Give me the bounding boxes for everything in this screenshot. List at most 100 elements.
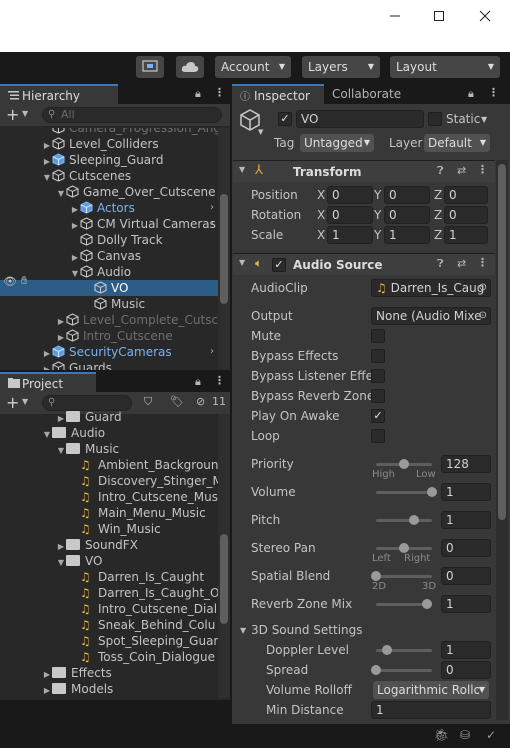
rolloff-dropdown[interactable]: Logarithmic Rollof ▼ [373, 681, 489, 699]
hierarchy-row[interactable]: ▶ Canvas [0, 248, 218, 264]
help-icon[interactable]: ❓︎ [437, 164, 444, 178]
chevron-down-icon[interactable]: ▼ [22, 397, 28, 406]
object-picker-icon[interactable]: ⊙ [479, 308, 487, 324]
audio-source-header[interactable]: ▼ 🔈︎ ✓ Audio Source ❓︎ ⇄ ⋮ [233, 253, 495, 275]
bypass-reverb-checkbox[interactable] [371, 389, 385, 403]
hierarchy-row[interactable]: ▶ Actors › [0, 200, 218, 216]
account-dropdown[interactable]: Account ▼ [215, 56, 291, 78]
stereo-pan-value-field[interactable]: 0 [441, 539, 491, 557]
scrollbar-thumb[interactable] [220, 194, 228, 304]
project-row[interactable]: ▼ Music [0, 441, 218, 457]
kebab-menu-icon[interactable]: ⋮ [477, 163, 488, 176]
search-by-label-icon[interactable]: 🏷︎ [170, 395, 184, 408]
hierarchy-row[interactable]: ▶ Level_Complete_Cutsc [0, 312, 218, 328]
layer-dropdown[interactable]: Default ▼ [424, 134, 490, 152]
project-row[interactable]: ♫ Darren_Is_Caught [0, 569, 218, 585]
spread-slider-knob[interactable] [371, 665, 381, 675]
gameobject-name-field[interactable]: VO [296, 110, 424, 128]
hierarchy-row[interactable]: ▶ Level_Colliders [0, 136, 218, 152]
search-by-type-icon[interactable]: ⛉ [144, 395, 152, 409]
help-icon[interactable]: ❓︎ [437, 257, 444, 271]
project-row[interactable]: ▶Post Processing Profiles [0, 697, 218, 698]
chevron-right-icon[interactable]: › [210, 200, 214, 216]
presets-icon[interactable]: ⇄ [457, 257, 466, 270]
hierarchy-row[interactable]: ▼ Game_Over_Cutscene [0, 184, 218, 200]
project-scrollbar[interactable] [218, 414, 230, 698]
eye-icon[interactable]: 👁︎ [3, 275, 17, 288]
project-row[interactable]: ♫ Sneak_Behind_Colu [0, 617, 218, 633]
inspector-scrollbar[interactable] [496, 160, 508, 720]
rotation-z-field[interactable]: 0 [444, 206, 488, 224]
collapse-arrow-icon[interactable]: ▶ [42, 683, 52, 698]
cache-server-icon[interactable]: ⛁ [460, 728, 470, 742]
pitch-slider-track[interactable] [376, 519, 432, 522]
tab-hierarchy[interactable]: Hierarchy [0, 84, 118, 105]
reverb-mix-slider-knob[interactable] [421, 599, 432, 609]
close-icon[interactable] [462, 0, 508, 32]
project-row[interactable]: ▼ VO [0, 553, 218, 569]
kebab-menu-icon[interactable]: ⋮ [214, 374, 225, 387]
hidden-packages-icon[interactable]: ⊘ [196, 395, 205, 408]
hierarchy-row[interactable]: ▶ Guards [0, 360, 218, 370]
spread-slider-track[interactable] [376, 669, 432, 672]
doppler-value-field[interactable]: 1 [441, 641, 491, 659]
presets-icon[interactable]: ⇄ [457, 164, 466, 177]
gameobject-active-checkbox[interactable]: ✓ [278, 112, 292, 126]
volume-value-field[interactable]: 1 [441, 483, 491, 501]
play-on-awake-checkbox[interactable]: ✓ [371, 409, 385, 423]
volume-slider-knob[interactable] [427, 487, 437, 497]
bypass-effects-checkbox[interactable] [371, 349, 385, 363]
volume-slider-track[interactable] [376, 491, 432, 494]
project-row[interactable]: ▶ Effects [0, 665, 218, 681]
scrollbar-thumb[interactable] [498, 164, 506, 520]
layers-dropdown[interactable]: Layers ▼ [302, 56, 380, 78]
project-row[interactable]: ♫ Darren_Is_Caught_O [0, 585, 218, 601]
maximize-icon[interactable] [416, 0, 462, 32]
hierarchy-row[interactable]: ▼ Cutscenes [0, 168, 218, 184]
scale-x-field[interactable]: 1 [327, 226, 373, 244]
chevron-down-icon[interactable]: ▼ [22, 109, 28, 118]
position-x-field[interactable]: 0 [327, 186, 373, 204]
spread-value-field[interactable]: 0 [441, 661, 491, 679]
chevron-down-icon[interactable]: ▼ [239, 165, 245, 174]
hierarchy-row[interactable]: ▶ SecurityCameras › [0, 344, 218, 360]
chevron-right-icon[interactable]: › [210, 216, 214, 232]
scale-z-field[interactable]: 1 [444, 226, 488, 244]
rotation-y-field[interactable]: 0 [384, 206, 430, 224]
loop-checkbox[interactable] [371, 429, 385, 443]
lock-icon[interactable]: 🔒︎ [195, 87, 201, 101]
reverb-mix-value-field[interactable]: 1 [441, 595, 491, 613]
priority-slider-knob[interactable] [399, 459, 409, 469]
hierarchy-row[interactable]: Dolly Track [0, 232, 218, 248]
chevron-down-icon[interactable]: ▼ [239, 258, 245, 267]
chevron-down-icon[interactable]: ▼ [240, 626, 246, 635]
position-y-field[interactable]: 0 [384, 186, 430, 204]
static-checkbox[interactable] [428, 112, 442, 126]
project-row[interactable]: ♫ Discovery_Stinger_M [0, 473, 218, 489]
sound3d-title[interactable]: 3D Sound Settings [251, 621, 363, 639]
spatial-blend-value-field[interactable]: 0 [441, 567, 491, 585]
project-row[interactable]: ♫ Intro_Cutscene_Dial [0, 601, 218, 617]
hierarchy-row[interactable]: ▶ CM Virtual Cameras › [0, 216, 218, 232]
project-row[interactable]: ▶ SoundFX [0, 537, 218, 553]
hierarchy-row[interactable]: Music [0, 296, 218, 312]
chevron-right-icon[interactable]: › [210, 344, 214, 360]
minimize-icon[interactable] [372, 0, 418, 32]
bypass-listener-checkbox[interactable] [371, 369, 385, 383]
scrollbar-thumb[interactable] [220, 534, 228, 624]
tab-project[interactable]: Project [0, 372, 96, 393]
project-row[interactable]: ♫ Toss_Coin_Dialogue [0, 649, 218, 665]
object-picker-icon[interactable]: ⊙ [479, 280, 487, 296]
stereo-pan-slider-knob[interactable] [399, 543, 409, 553]
project-row[interactable]: ♫ Intro_Cutscene_Mus [0, 489, 218, 505]
mute-checkbox[interactable] [371, 329, 385, 343]
chevron-down-icon[interactable]: ▼ [481, 115, 487, 124]
lock-icon[interactable]: 🔒︎ [468, 87, 474, 101]
chevron-down-icon[interactable]: ▼ [258, 128, 263, 136]
position-z-field[interactable]: 0 [444, 186, 488, 204]
project-row[interactable]: ▶ Guard [0, 409, 218, 425]
pitch-slider-knob[interactable] [408, 515, 419, 525]
priority-value-field[interactable]: 128 [441, 455, 491, 473]
hierarchy-search-input[interactable]: ⚲ All [42, 107, 222, 123]
hierarchy-row[interactable]: ▶ Intro_Cutscene [0, 328, 218, 344]
